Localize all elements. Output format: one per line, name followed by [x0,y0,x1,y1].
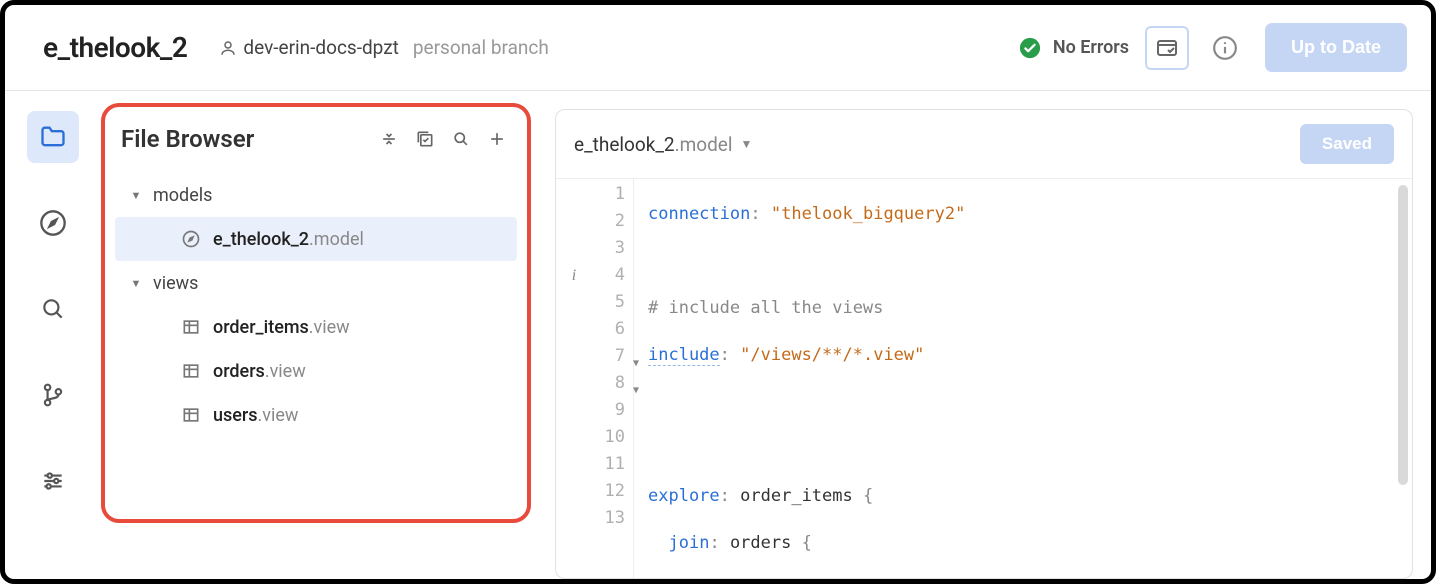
caret-down-icon: ▼ [741,137,753,151]
file-ext: .view [258,405,299,426]
code-content[interactable]: connection: "thelook_bigquery2" # includ… [634,179,1191,578]
file-browser-title: File Browser [121,125,367,153]
folder-row-models[interactable]: ▼ models [115,173,517,217]
caret-down-icon: ▼ [127,189,145,202]
file-row-view[interactable]: users.view [115,393,517,437]
save-status-button[interactable]: Saved [1300,124,1394,164]
caret-down-icon: ▼ [127,277,145,290]
file-row-view[interactable]: orders.view [115,349,517,393]
line-number-gutter: 123456 7▼ 8▼ 910111213 [592,179,634,578]
editor-shell: e_thelook_2.model ▼ Saved i 123456 7▼ 8▼… [555,109,1413,579]
fold-caret-icon[interactable]: ▼ [633,350,639,377]
file-name: users [213,405,258,426]
add-file-button[interactable] [483,125,511,153]
branch-name[interactable]: dev-erin-docs-dpzt [243,36,398,59]
file-browser-highlight: File Browser [101,103,531,523]
settings-sliders-icon [40,468,66,494]
compass-icon [39,209,67,237]
validation-status-text: No Errors [1053,37,1129,58]
view-file-icon [179,359,203,383]
file-name: orders [213,361,265,382]
app-frame: e_thelook_2 dev-erin-docs-dpzt personal … [0,0,1436,584]
git-branch-icon [40,382,66,408]
file-ext: .view [265,361,306,382]
user-icon [219,39,237,57]
topbar: e_thelook_2 dev-erin-docs-dpzt personal … [5,5,1431,91]
file-name: e_thelook_2 [213,229,309,250]
project-name: e_thelook_2 [43,31,187,64]
info-marker-icon[interactable]: i [556,262,592,289]
sidebar-item-folder[interactable] [27,111,79,163]
file-search-button[interactable] [447,125,475,153]
left-sidebar [5,91,101,579]
sidebar-item-git[interactable] [27,369,79,421]
collapse-all-button[interactable] [375,125,403,153]
file-row-view[interactable]: order_items.view [115,305,517,349]
file-row-model[interactable]: e_thelook_2.model [115,217,517,261]
file-tree: ▼ models e_thelook_2.model ▼ views [115,165,517,437]
bulk-select-button[interactable] [411,125,439,153]
success-check-icon [1019,37,1041,59]
model-file-icon [179,227,203,251]
code-editor[interactable]: i 123456 7▼ 8▼ 910111213 connection: "th… [556,179,1412,578]
main-area: File Browser [5,91,1431,579]
scrollbar[interactable] [1398,185,1408,485]
file-ext: .view [309,317,350,338]
info-gutter: i [556,179,592,578]
validate-button[interactable] [1145,26,1189,70]
folder-label: models [153,185,212,206]
folder-row-views[interactable]: ▼ views [115,261,517,305]
file-tab[interactable]: e_thelook_2.model ▼ Saved [556,110,1412,179]
search-icon [40,296,66,322]
folder-label: views [153,273,198,294]
editor-area: e_thelook_2.model ▼ Saved i 123456 7▼ 8▼… [541,91,1431,579]
view-file-icon [179,315,203,339]
file-name: order_items [213,317,309,338]
info-button[interactable] [1203,26,1247,70]
sidebar-item-search[interactable] [27,283,79,335]
fold-caret-icon[interactable]: ▼ [633,377,639,404]
deploy-button[interactable]: Up to Date [1265,23,1407,72]
branch-type-label: personal branch [413,36,549,59]
file-browser-panel: File Browser [101,91,541,579]
view-file-icon [179,403,203,427]
folder-icon [39,123,67,151]
open-file-name: e_thelook_2.model [574,133,733,156]
file-browser-header: File Browser [115,117,517,165]
sidebar-item-settings[interactable] [27,455,79,507]
sidebar-item-compass[interactable] [27,197,79,249]
file-ext: .model [309,229,364,250]
